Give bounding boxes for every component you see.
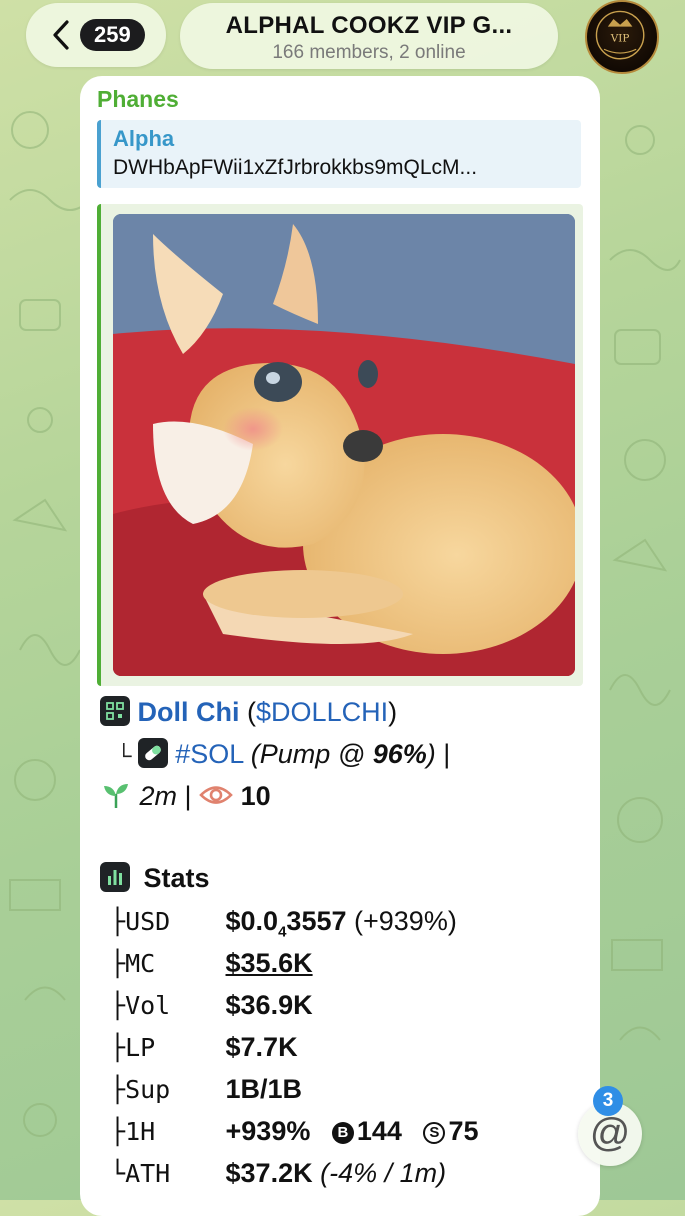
token-chain-line: └ #SOL (Pump @ 96%) | xyxy=(116,738,451,769)
stat-vol-value: $36.9K xyxy=(225,990,313,1020)
chain-hashtag[interactable]: #SOL xyxy=(175,739,243,769)
token-meta-line: 2m | 10 xyxy=(100,780,271,812)
chat-subtitle: 166 members, 2 online xyxy=(272,42,466,63)
chat-title: ALPHAL COOKZ VIP G... xyxy=(225,12,513,39)
eye-icon xyxy=(199,786,233,804)
pump-label: (Pump @ xyxy=(250,739,373,769)
pump-percent: 96% xyxy=(372,739,427,769)
stat-1h: ├1H +939% B 144 S 75 xyxy=(110,1116,479,1146)
stats-title: Stats xyxy=(143,863,210,893)
stat-1h-buys: 144 xyxy=(356,1116,402,1146)
vip-logo-icon: VIP xyxy=(595,10,645,60)
mentions-count-badge: 3 xyxy=(593,1086,623,1116)
stat-sup: ├Sup 1B/1B xyxy=(110,1074,303,1104)
chevron-left-icon xyxy=(53,20,69,50)
bar-chart-icon xyxy=(100,862,130,892)
stat-vol: ├Vol $36.9K xyxy=(110,990,313,1020)
reply-text: DWHbApFWii1xZfJrbrokkbs9mQLcM... xyxy=(113,156,478,179)
sprout-icon xyxy=(104,784,128,808)
stat-ath-change: (-4% / 1m) xyxy=(320,1158,447,1188)
stat-sup-label: Sup xyxy=(125,1075,171,1104)
stat-usd-value-post: 3557 xyxy=(286,906,347,936)
pump-close: ) xyxy=(426,739,436,769)
qr-code-icon xyxy=(100,696,130,726)
stat-usd-value-pre: $0.0 xyxy=(225,906,279,936)
stat-usd-label: USD xyxy=(125,907,171,936)
message-bubble[interactable]: Phanes Alpha DWHbApFWii1xZfJrbrokkbs9mQL… xyxy=(80,76,600,1216)
group-avatar[interactable]: VIP xyxy=(585,0,659,74)
stat-1h-sells: 75 xyxy=(448,1116,479,1146)
stat-ath: └ATH $37.2K (-4% / 1m) xyxy=(110,1158,447,1188)
token-image[interactable] xyxy=(113,214,575,676)
stats-heading: Stats xyxy=(100,862,210,894)
svg-text:VIP: VIP xyxy=(610,33,630,45)
stat-ath-label: ATH xyxy=(125,1159,171,1188)
stat-usd-change: (+939%) xyxy=(354,906,457,936)
link-preview[interactable] xyxy=(97,204,583,686)
sell-coin-icon: S xyxy=(423,1122,446,1144)
reply-author: Alpha xyxy=(113,126,175,151)
stat-vol-label: Vol xyxy=(125,991,171,1020)
stat-sup-value: 1B/1B xyxy=(225,1074,303,1104)
reply-quote[interactable]: Alpha DWHbApFWii1xZfJrbrokkbs9mQLcM... xyxy=(97,120,581,188)
stat-lp-value: $7.7K xyxy=(225,1032,298,1062)
stat-lp-label: LP xyxy=(125,1033,156,1062)
pill-icon xyxy=(137,738,168,768)
buy-coin-icon: B xyxy=(331,1122,354,1144)
stat-lp: ├LP $7.7K xyxy=(110,1032,298,1062)
unread-count-badge: 259 xyxy=(80,19,145,51)
token-age: 2m xyxy=(139,781,178,811)
token-title-line: Doll Chi ($DOLLCHI) xyxy=(100,696,397,728)
back-button[interactable]: 259 xyxy=(26,3,166,67)
token-name-link[interactable]: Doll Chi xyxy=(138,697,240,727)
stat-1h-label: 1H xyxy=(125,1117,156,1146)
stat-mc: ├MC $35.6K xyxy=(110,948,313,978)
stat-mc-label: MC xyxy=(125,949,156,978)
chat-header[interactable]: ALPHAL COOKZ VIP G... 166 members, 2 onl… xyxy=(180,3,558,69)
view-count: 10 xyxy=(240,781,271,811)
stat-ath-value: $37.2K xyxy=(225,1158,313,1188)
stat-mc-value-link[interactable]: $35.6K xyxy=(226,948,313,978)
stat-usd: ├USD $0.043557 (+939%) xyxy=(110,906,457,941)
stat-1h-value: +939% xyxy=(225,1116,311,1146)
token-ticker-link[interactable]: $DOLLCHI xyxy=(256,697,388,727)
sender-name[interactable]: Phanes xyxy=(97,86,179,113)
